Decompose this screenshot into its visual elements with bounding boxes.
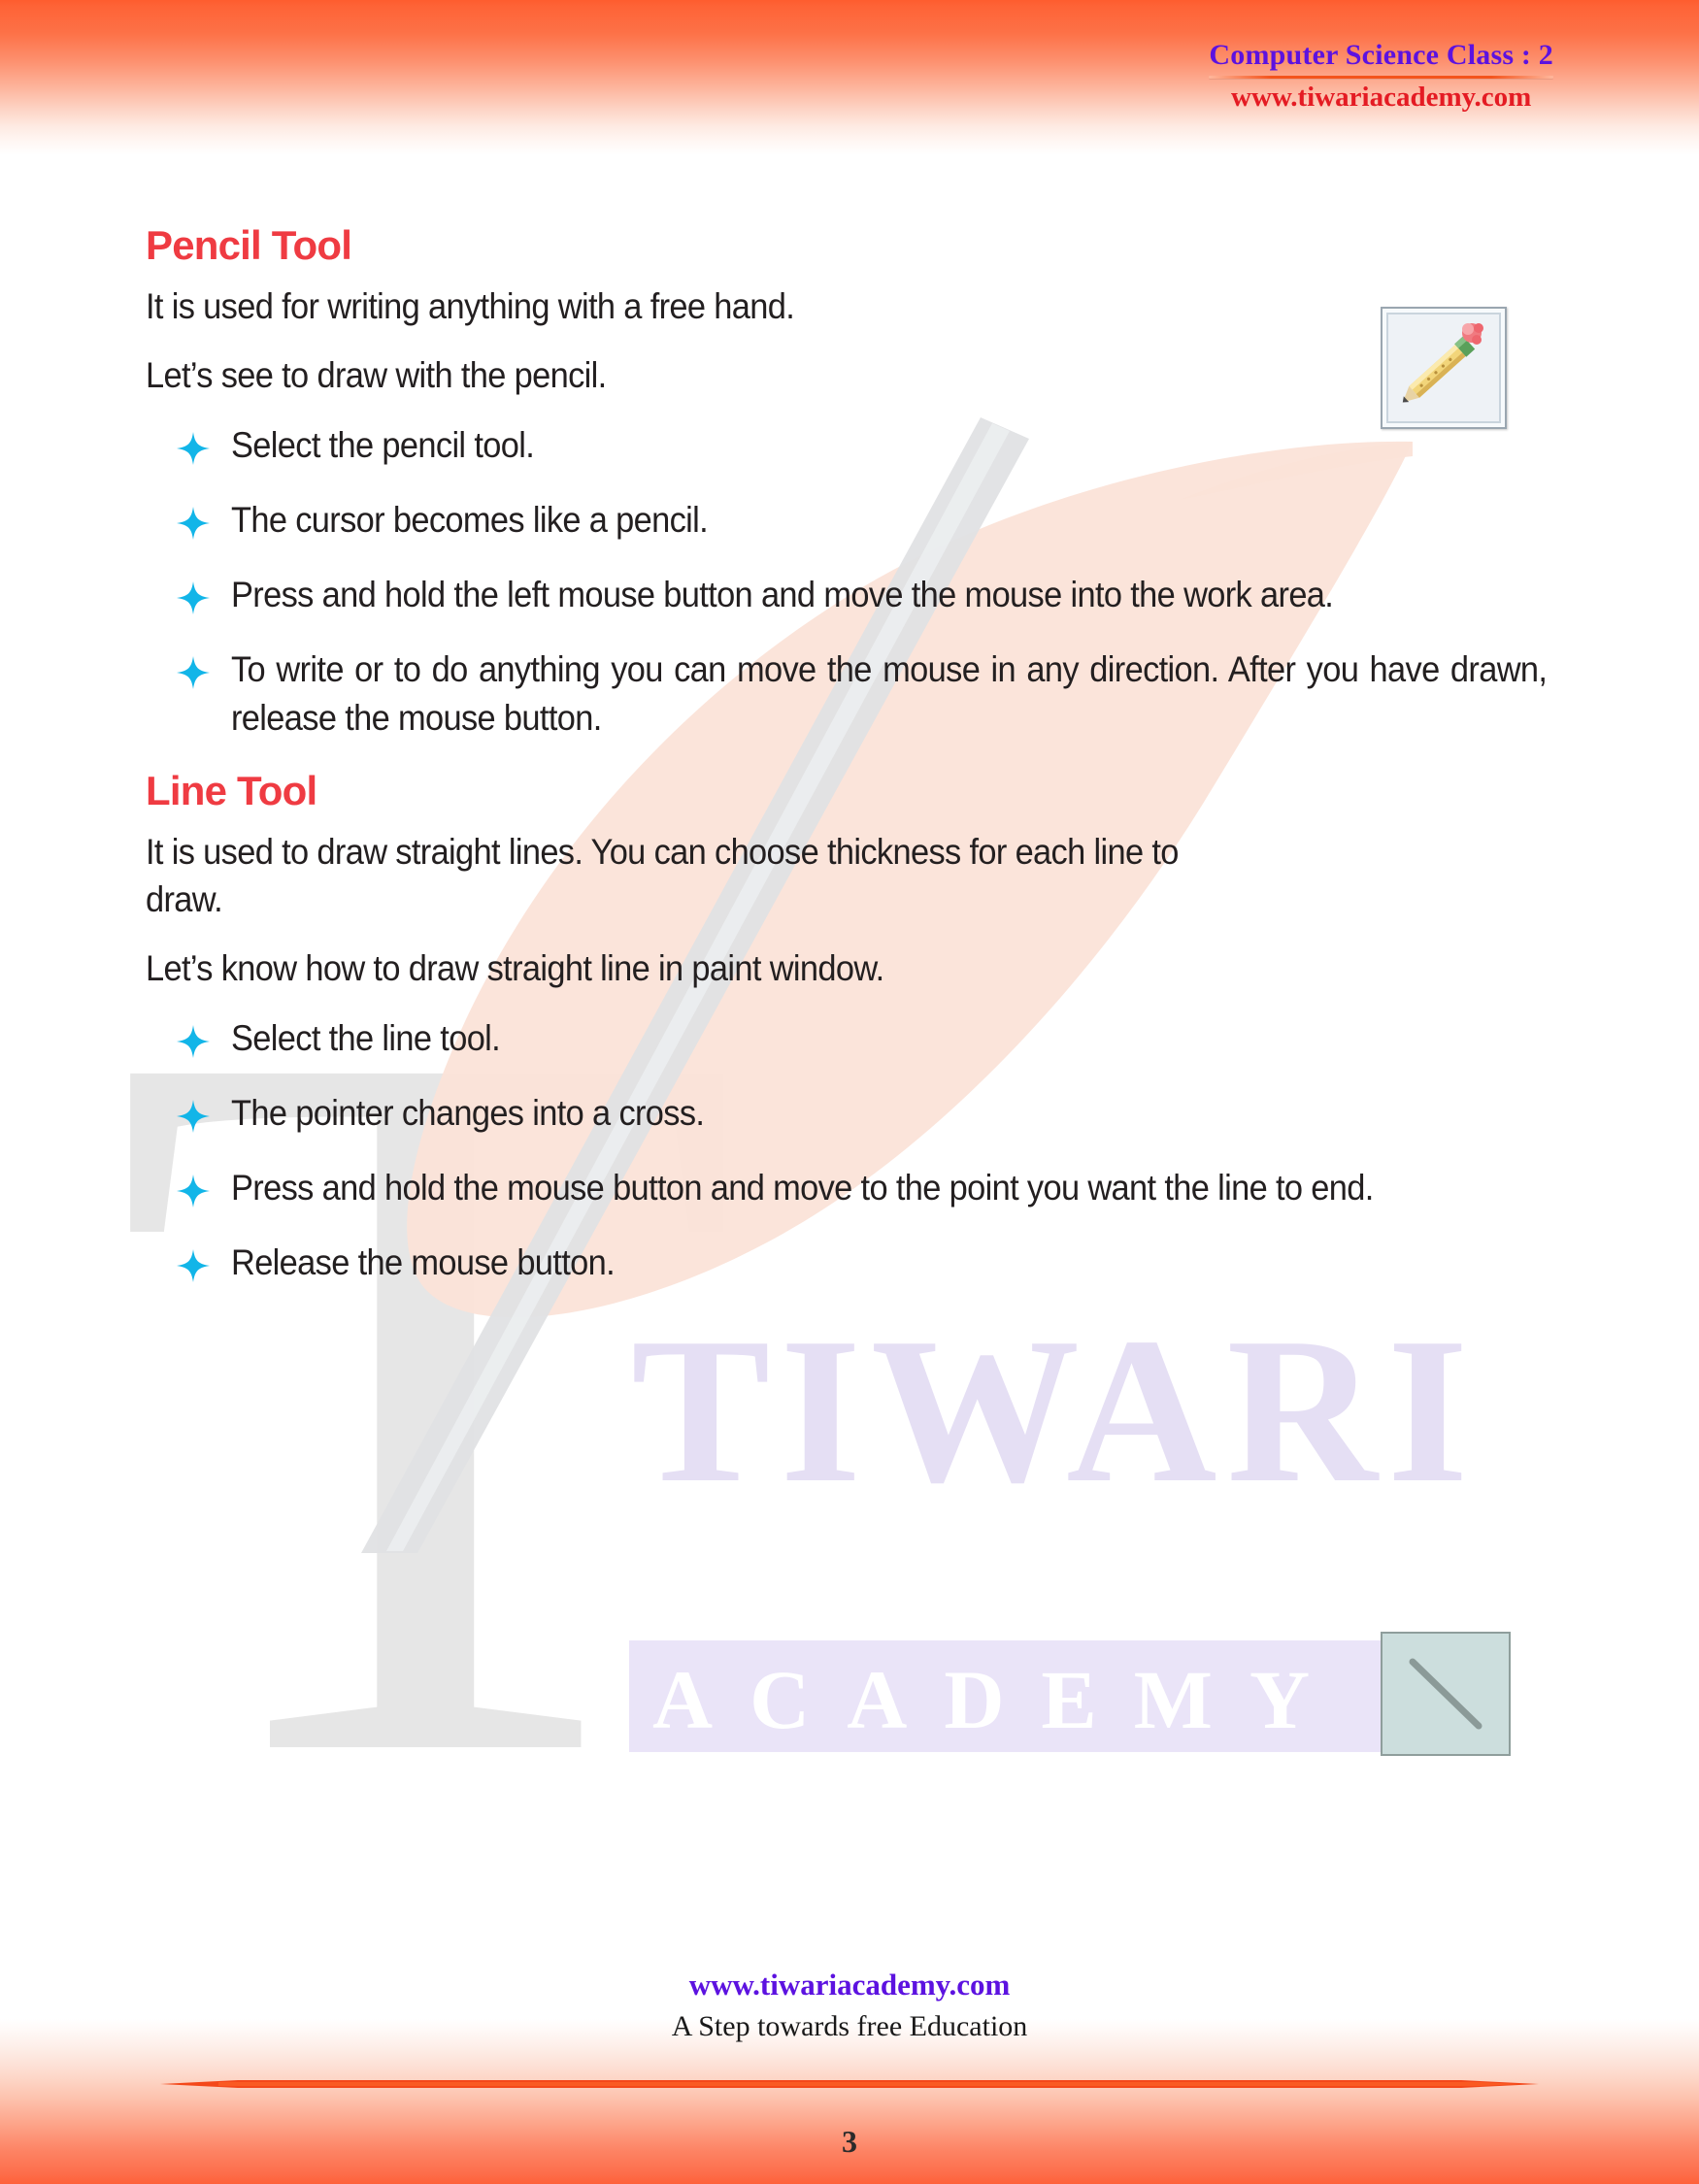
line-tool-paragraph-2: Let’s know how to draw straight line in … (146, 947, 884, 988)
pencil-tool-paragraph-1: It is used for writing anything with a f… (146, 286, 795, 327)
line-tool-icon (1409, 1658, 1482, 1730)
watermark-brand-academy: ACADEMY (652, 1653, 1347, 1746)
line-tool-step-list: Select the line tool. The pointer change… (146, 1014, 1553, 1287)
list-item-label: The cursor becomes like a pencil. (231, 500, 709, 541)
section-line-tool: Line Tool It is used to draw straight li… (146, 767, 1553, 1756)
footer-orange-rule (160, 2077, 1539, 2090)
pencil-tool-icon (1402, 323, 1483, 403)
page-header: Computer Science Class : 2 www.tiwariaca… (1209, 39, 1553, 114)
sparkle-bullet-icon (177, 1022, 210, 1058)
pencil-tool-icon-button[interactable] (1381, 307, 1507, 429)
page-number: 3 (842, 2124, 857, 2159)
list-item-label: To write or to do anything you can move … (231, 649, 1548, 738)
list-item-label: Select the pencil tool. (231, 424, 535, 465)
list-item-label: Select the line tool. (231, 1017, 501, 1058)
list-item-label: Release the mouse button. (231, 1242, 616, 1283)
main-content: Pencil Tool It is used for writing anyth… (146, 222, 1553, 1756)
list-item: Select the pencil tool. (146, 421, 1553, 469)
header-website-url: www.tiwariacademy.com (1231, 81, 1532, 113)
document-page: T TIWARI ACADEMY Computer Science Class … (0, 0, 1699, 2184)
footer-website-url: www.tiwariacademy.com (688, 1968, 1011, 2002)
sparkle-bullet-icon (177, 1172, 210, 1208)
sparkle-bullet-icon (177, 504, 210, 541)
footer-tagline: A Step towards free Education (671, 2010, 1028, 2042)
list-item: Release the mouse button. (146, 1239, 1553, 1286)
list-item: The cursor becomes like a pencil. (146, 496, 1553, 544)
list-item-label: Press and hold the mouse button and move… (231, 1167, 1374, 1208)
watermark-brand-tiwari: TIWARI (631, 1294, 1478, 1526)
sparkle-bullet-icon (177, 429, 210, 465)
sparkle-bullet-icon (177, 579, 210, 615)
sparkle-bullet-icon (177, 653, 210, 690)
pencil-tool-heading: Pencil Tool (146, 222, 352, 268)
line-tool-heading: Line Tool (146, 767, 317, 813)
section-pencil-tool: Pencil Tool It is used for writing anyth… (146, 222, 1553, 742)
list-item: Press and hold the left mouse button and… (146, 571, 1553, 618)
list-item-label: Press and hold the left mouse button and… (231, 575, 1334, 615)
sparkle-bullet-icon (177, 1097, 210, 1133)
pencil-tool-paragraph-2: Let’s see to draw with the pencil. (146, 355, 607, 396)
line-tool-paragraph-1: It is used to draw straight lines. You c… (146, 832, 1179, 919)
list-item-label: The pointer changes into a cross. (231, 1092, 705, 1133)
list-item: Press and hold the mouse button and move… (146, 1164, 1553, 1211)
list-item: Select the line tool. (146, 1014, 1553, 1062)
watermark-academy-band (629, 1640, 1416, 1752)
header-course-title: Computer Science Class : 2 (1209, 39, 1553, 71)
line-tool-icon-button[interactable] (1381, 1631, 1511, 1756)
header-divider-rule (1209, 75, 1553, 79)
pencil-tool-step-list: Select the pencil tool. The cursor becom… (146, 421, 1553, 742)
list-item: The pointer changes into a cross. (146, 1089, 1553, 1137)
sparkle-bullet-icon (177, 1246, 210, 1283)
list-item: To write or to do anything you can move … (146, 645, 1553, 741)
